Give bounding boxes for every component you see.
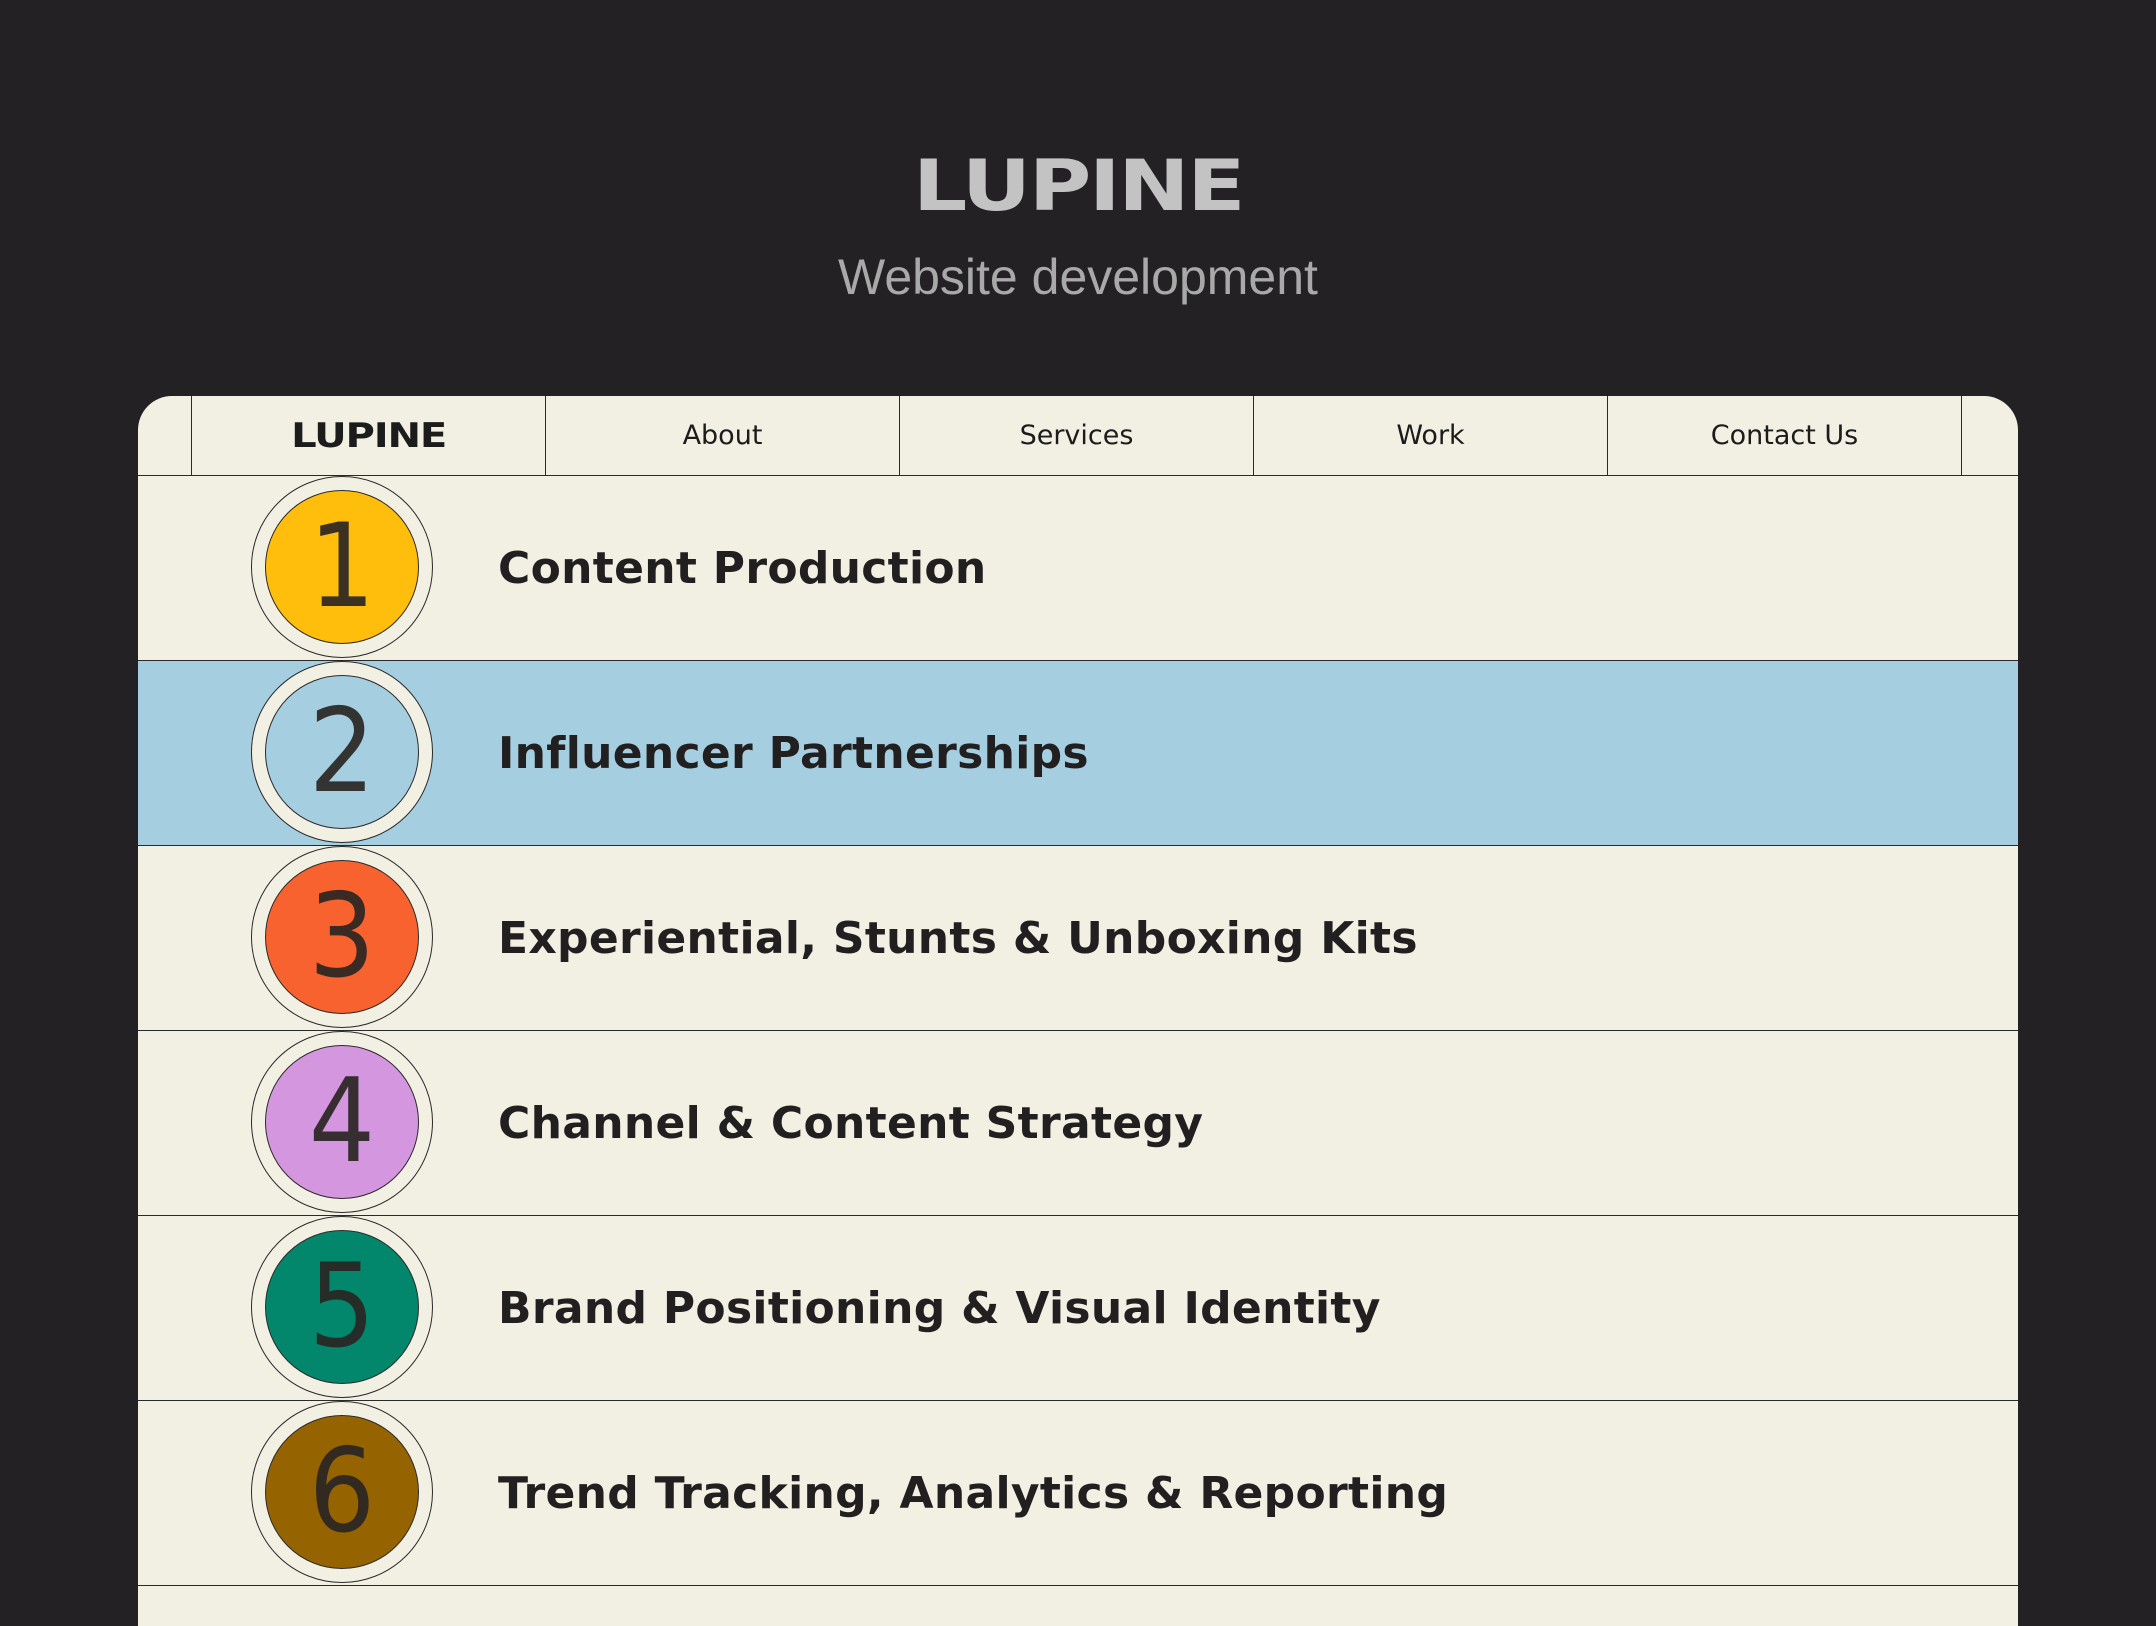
service-number-ring: 1: [251, 476, 433, 658]
service-number-badge: 4: [265, 1045, 419, 1199]
service-number: 5: [308, 1239, 376, 1374]
website-preview-card: LUPINE About Services Work Contact Us 1 …: [138, 396, 2018, 1626]
service-title: Channel & Content Strategy: [498, 1097, 1204, 1149]
service-number: 4: [308, 1054, 376, 1189]
service-row[interactable]: 3 Experiential, Stunts & Unboxing Kits: [138, 846, 2018, 1031]
hero-logo: LUPINE: [912, 145, 1246, 227]
service-number-ring: 5: [251, 1216, 433, 1398]
service-title: Trend Tracking, Analytics & Reporting: [498, 1467, 1449, 1519]
service-title: Experiential, Stunts & Unboxing Kits: [498, 912, 1418, 964]
nav-item-about[interactable]: About: [545, 396, 899, 475]
service-number-badge: 5: [265, 1230, 419, 1384]
service-number: 1: [308, 499, 376, 634]
service-title: Content Production: [498, 542, 987, 594]
nav-item-services[interactable]: Services: [899, 396, 1253, 475]
nav-item-work[interactable]: Work: [1253, 396, 1607, 475]
service-title: Influencer Partnerships: [498, 727, 1089, 779]
service-number-ring: 6: [251, 1401, 433, 1583]
service-row[interactable]: 1 Content Production: [138, 476, 2018, 661]
service-row[interactable]: 2 Influencer Partnerships: [138, 661, 2018, 846]
service-row[interactable]: 5 Brand Positioning & Visual Identity: [138, 1216, 2018, 1401]
services-list: 1 Content Production 2 Influencer Partne…: [138, 476, 2018, 1586]
service-number-badge: 1: [265, 490, 419, 644]
service-number: 2: [308, 684, 376, 819]
service-number-ring: 3: [251, 846, 433, 1028]
site-navigation: LUPINE About Services Work Contact Us: [138, 396, 2018, 476]
service-number-ring: 4: [251, 1031, 433, 1213]
hero-header: LUPINE Website development: [0, 0, 2156, 396]
service-number-badge: 6: [265, 1415, 419, 1569]
service-title: Brand Positioning & Visual Identity: [498, 1282, 1381, 1334]
service-number-ring: 2: [251, 661, 433, 843]
service-number-badge: 3: [265, 860, 419, 1014]
nav-item-contact-us[interactable]: Contact Us: [1607, 396, 1962, 475]
nav-logo-link[interactable]: LUPINE: [191, 396, 545, 475]
service-number-badge: 2: [265, 675, 419, 829]
hero-subtitle: Website development: [838, 249, 1318, 305]
service-number: 3: [308, 869, 376, 1004]
nav-logo: LUPINE: [291, 415, 447, 456]
service-number: 6: [308, 1424, 376, 1559]
service-row[interactable]: 6 Trend Tracking, Analytics & Reporting: [138, 1401, 2018, 1586]
service-row[interactable]: 4 Channel & Content Strategy: [138, 1031, 2018, 1216]
